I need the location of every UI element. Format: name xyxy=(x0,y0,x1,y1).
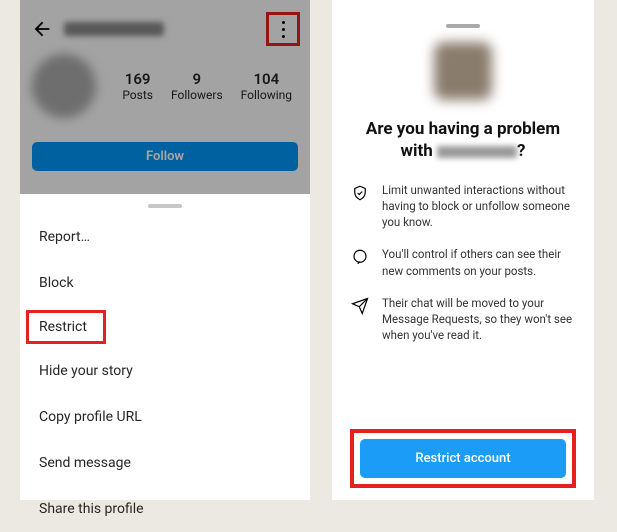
sheet-handle[interactable] xyxy=(446,24,480,28)
menu-send-message[interactable]: Send message xyxy=(20,440,310,486)
restrict-question: Are you having a problem with ? xyxy=(358,118,568,162)
benefit-row: You'll control if others can see their n… xyxy=(350,246,576,278)
menu-restrict[interactable]: Restrict xyxy=(26,310,106,344)
question-suffix: ? xyxy=(517,141,525,161)
restrict-button-highlight: Restrict account xyxy=(350,429,576,488)
menu-block[interactable]: Block xyxy=(20,260,310,306)
benefit-row: Their chat will be moved to your Message… xyxy=(350,295,576,343)
profile-screen: 169 Posts 9 Followers 104 Following Foll… xyxy=(20,0,310,500)
benefit-text: Limit unwanted interactions without havi… xyxy=(382,182,576,230)
benefit-text: Their chat will be moved to your Message… xyxy=(382,295,576,343)
profile-header: 169 Posts 9 Followers 104 Following Foll… xyxy=(20,0,310,194)
restrict-account-button[interactable]: Restrict account xyxy=(360,439,566,478)
menu-copy-url[interactable]: Copy profile URL xyxy=(20,394,310,440)
restrict-info-screen: Are you having a problem with ? Limit un… xyxy=(332,0,594,500)
menu-share-profile[interactable]: Share this profile xyxy=(20,486,310,532)
benefit-row: Limit unwanted interactions without havi… xyxy=(350,182,576,230)
menu-report[interactable]: Report… xyxy=(20,214,310,260)
sheet-handle[interactable] xyxy=(148,204,182,208)
benefit-text: You'll control if others can see their n… xyxy=(382,246,576,278)
comment-icon xyxy=(350,247,370,267)
action-sheet: Report… Block Restrict Hide your story C… xyxy=(20,194,310,500)
dim-overlay xyxy=(20,0,310,194)
send-icon xyxy=(350,296,370,316)
avatar xyxy=(434,42,492,100)
menu-hide-story[interactable]: Hide your story xyxy=(20,348,310,394)
shield-icon xyxy=(350,183,370,203)
username-redacted xyxy=(437,146,517,158)
